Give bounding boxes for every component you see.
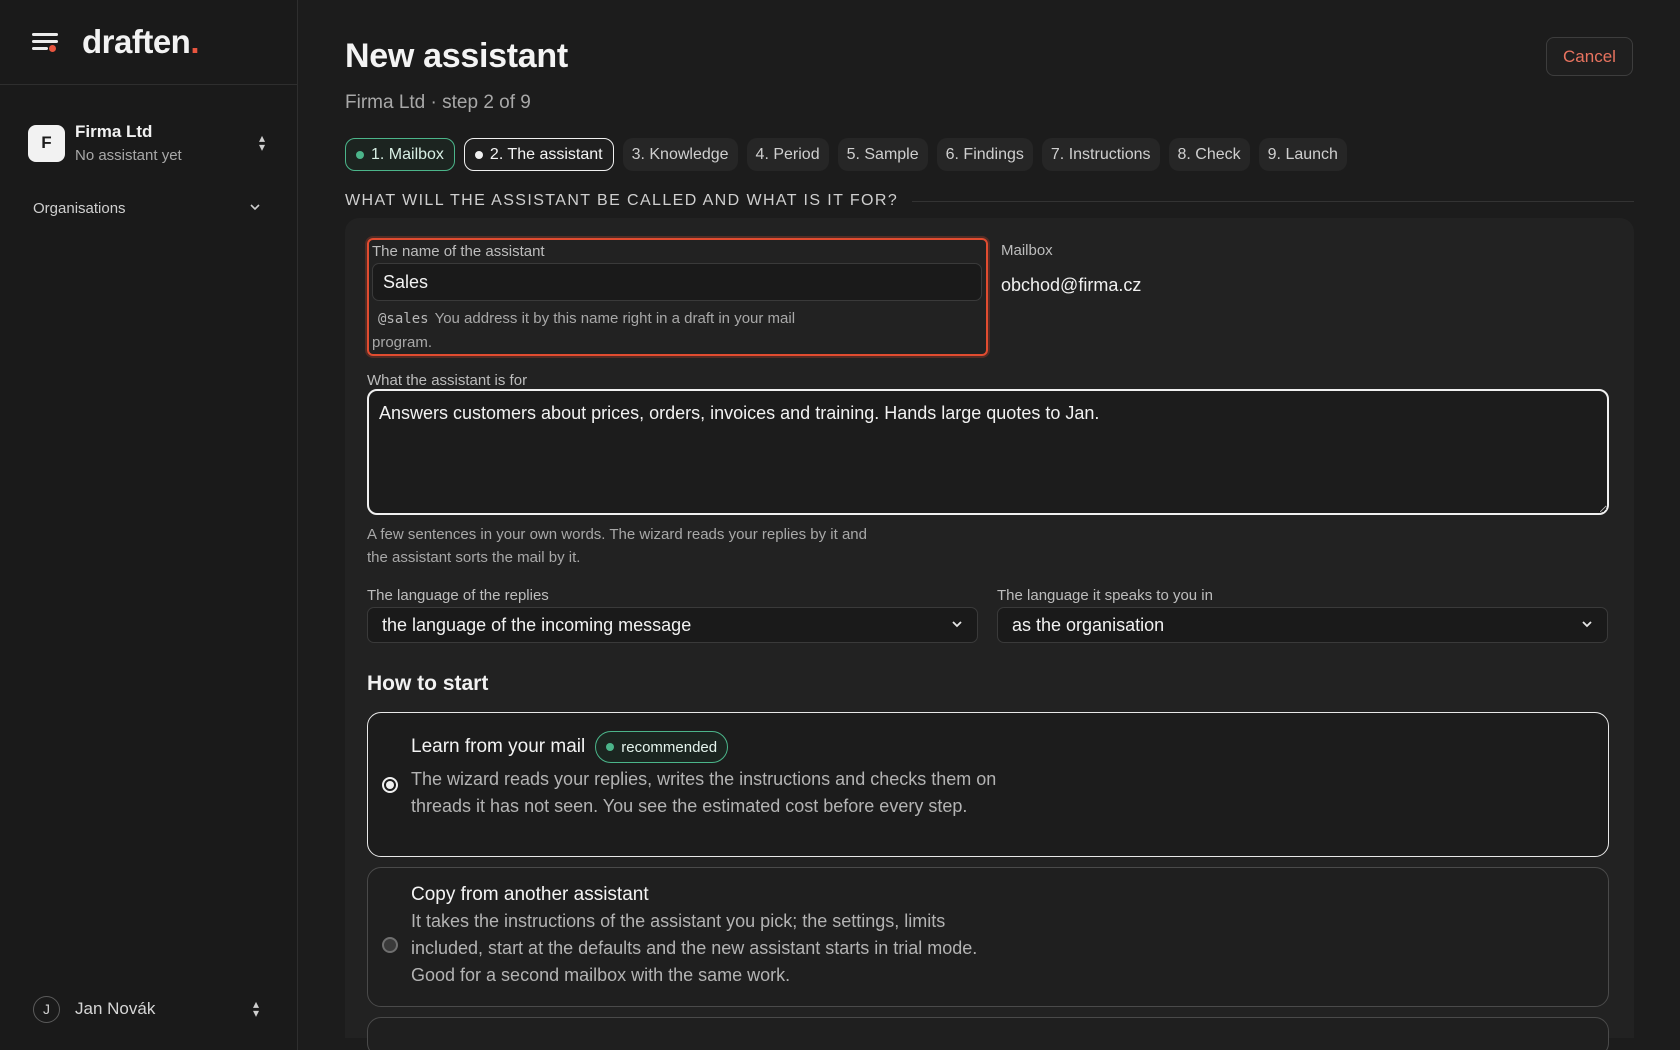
- logo[interactable]: draften.: [82, 23, 199, 61]
- user-avatar: J: [33, 995, 60, 1023]
- org-avatar: F: [28, 124, 65, 162]
- chevron-up-down-icon: ▴ ▾: [258, 131, 266, 154]
- page-subtitle: Firma Ltd · step 2 of 9: [345, 92, 531, 113]
- handle: @sales: [378, 311, 429, 327]
- option-title: Copy from another assistant: [411, 884, 649, 905]
- step-mailbox[interactable]: 1. Mailbox: [345, 138, 455, 171]
- assistant-form: The name of the assistant @salesYou addr…: [345, 218, 1634, 1050]
- option-title: Learn from your mail: [411, 736, 586, 757]
- chevron-up-down-icon: ▴ ▾: [252, 997, 260, 1020]
- step-sample[interactable]: 5. Sample: [837, 138, 928, 171]
- brand-bar: draften.: [0, 0, 297, 85]
- option-copy-from-assistant[interactable]: Copy from another assistant It takes the…: [367, 867, 1609, 1007]
- step-assistant[interactable]: 2. The assistant: [463, 138, 614, 171]
- section-header: WHAT WILL THE ASSISTANT BE CALLED AND WH…: [345, 192, 1634, 210]
- purpose-textarea[interactable]: Answers customers about prices, orders, …: [367, 389, 1609, 515]
- step-instructions[interactable]: 7. Instructions: [1041, 138, 1160, 171]
- option-third-partial[interactable]: [367, 1017, 1609, 1050]
- name-label: The name of the assistant: [372, 243, 545, 260]
- org-switcher[interactable]: F Firma Ltd No assistant yet ▴ ▾: [0, 118, 297, 168]
- option-description: The wizard reads your replies, writes th…: [411, 769, 997, 816]
- organisations-label: Organisations: [33, 199, 126, 217]
- page-title: New assistant: [345, 37, 568, 75]
- purpose-hint: A few sentences in your own words. The w…: [367, 526, 867, 566]
- menu-icon[interactable]: [32, 31, 60, 53]
- chevron-down-icon: [951, 618, 963, 633]
- option-learn-from-mail[interactable]: Learn from your mail recommended The wiz…: [367, 712, 1609, 857]
- badge-dot-icon: [606, 743, 615, 751]
- assistant-name-input[interactable]: [372, 263, 982, 301]
- recommended-badge: recommended: [595, 731, 729, 763]
- mailbox-field: Mailbox obchod@firma.cz: [1001, 238, 1141, 356]
- step-launch[interactable]: 9. Launch: [1258, 138, 1347, 171]
- radio-unselected-icon[interactable]: [382, 937, 398, 953]
- wizard-steps: 1. Mailbox 2. The assistant 3. Knowledge…: [345, 138, 1634, 171]
- ui-language-label: The language it speaks to you in: [997, 587, 1213, 604]
- section-divider: [912, 200, 1634, 202]
- mailbox-value: obchod@firma.cz: [1001, 275, 1142, 295]
- user-menu[interactable]: J Jan Novák ▴ ▾: [33, 994, 263, 1024]
- radio-selected-icon[interactable]: [382, 777, 398, 793]
- step-current-dot-icon: [474, 150, 483, 159]
- mailbox-label: Mailbox: [1001, 242, 1053, 259]
- main-content: Cancel New assistant Firma Ltd · step 2 …: [298, 0, 1680, 1050]
- reply-language-select[interactable]: the language of the incoming message: [367, 607, 978, 643]
- organisations-toggle[interactable]: Organisations: [0, 196, 297, 220]
- cancel-button[interactable]: Cancel: [1546, 37, 1633, 76]
- org-status: No assistant yet: [75, 147, 182, 164]
- step-done-dot-icon: [356, 150, 364, 159]
- logo-dot: .: [190, 23, 200, 60]
- user-name: Jan Novák: [75, 999, 156, 1018]
- ui-language-select[interactable]: as the organisation: [997, 607, 1608, 643]
- step-check[interactable]: 8. Check: [1168, 138, 1250, 171]
- option-description: It takes the instructions of the assista…: [411, 911, 978, 985]
- app-root: draften. F Firma Ltd No assistant yet ▴ ▾…: [0, 0, 1680, 1050]
- purpose-label: What the assistant is for: [367, 372, 528, 389]
- how-to-start-title: How to start: [367, 672, 489, 695]
- chevron-down-icon: [249, 201, 263, 215]
- step-findings[interactable]: 6. Findings: [936, 138, 1033, 171]
- chevron-down-icon: [1581, 618, 1593, 633]
- org-name: Firma Ltd: [75, 122, 153, 141]
- sidebar: draften. F Firma Ltd No assistant yet ▴ ▾…: [0, 0, 298, 1050]
- name-field-group: The name of the assistant @salesYou addr…: [367, 238, 988, 356]
- section-title: WHAT WILL THE ASSISTANT BE CALLED AND WH…: [345, 192, 899, 209]
- reply-language-label: The language of the replies: [367, 587, 549, 604]
- step-knowledge[interactable]: 3. Knowledge: [622, 138, 738, 171]
- name-hint: @sales You address it by this name right …: [372, 310, 796, 351]
- step-period[interactable]: 4. Period: [746, 138, 829, 171]
